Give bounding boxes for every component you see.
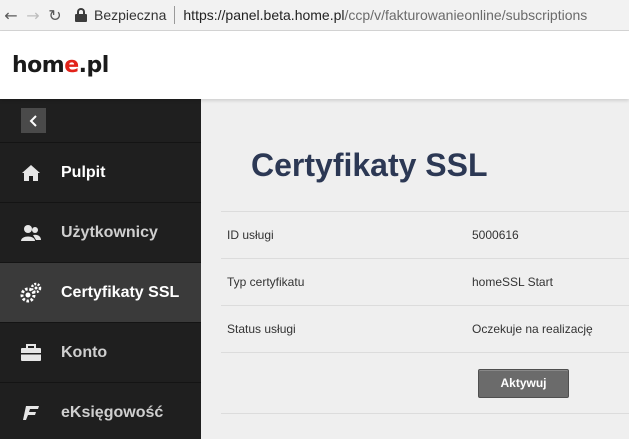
address-bar[interactable]: Bezpieczna https://panel.beta.home.pl/cc… <box>70 3 587 27</box>
logo-text-suffix: .pl <box>78 52 110 78</box>
users-icon <box>20 222 42 244</box>
sidebar-item-label: Pulpit <box>61 163 106 181</box>
detail-row: Status usługi Oczekuje na realizację <box>221 305 629 352</box>
sidebar-item-pulpit[interactable]: Pulpit <box>0 143 201 203</box>
main-content: Certyfikaty SSL ID usługi 5000616 Typ ce… <box>201 99 629 439</box>
home-icon <box>20 162 42 184</box>
detail-key: Status usługi <box>227 322 296 336</box>
browser-toolbar: ← → ↻ Bezpieczna https://panel.beta.home… <box>0 0 629 31</box>
sidebar-collapse-row <box>0 99 201 143</box>
reload-icon[interactable]: ↻ <box>44 4 66 26</box>
detail-value: 5000616 <box>472 228 519 242</box>
detail-value: homeSSL Start <box>472 275 553 289</box>
lock-icon <box>74 8 88 22</box>
sidebar-item-uzytkownicy[interactable]: Użytkownicy <box>0 203 201 263</box>
logo-text-accent: e <box>64 52 79 78</box>
sidebar-item-konto[interactable]: Konto <box>0 323 201 383</box>
back-arrow-icon[interactable]: ← <box>0 4 22 26</box>
sidebar: Pulpit Użytkownicy Certyfikaty SSL Konto… <box>0 99 201 439</box>
action-row: Aktywuj <box>221 352 629 414</box>
gears-icon <box>20 282 42 304</box>
sidebar-item-label: eKsięgowość <box>61 403 164 421</box>
detail-key: ID usługi <box>227 228 274 242</box>
detail-row: ID usługi 5000616 <box>221 211 629 258</box>
url-text[interactable]: https://panel.beta.home.pl/ccp/v/fakturo… <box>183 7 587 23</box>
page-title: Certyfikaty SSL <box>251 147 488 183</box>
sidebar-item-label: Użytkownicy <box>61 223 158 241</box>
chevron-left-icon <box>29 114 37 127</box>
sidebar-item-eksiegowosc[interactable]: eKsięgowość <box>0 383 201 439</box>
briefcase-icon <box>20 342 42 364</box>
detail-row: Typ certyfikatu homeSSL Start <box>221 258 629 305</box>
logo-text-prefix: hom <box>12 52 65 78</box>
collapse-sidebar-button[interactable] <box>21 108 46 133</box>
forward-arrow-icon[interactable]: → <box>22 4 44 26</box>
url-host: https://panel.beta.home.pl <box>183 7 345 23</box>
activate-button[interactable]: Aktywuj <box>478 368 569 398</box>
home-pl-logo[interactable]: home.pl <box>12 53 109 78</box>
service-details: ID usługi 5000616 Typ certyfikatu homeSS… <box>221 211 629 414</box>
sidebar-item-label: Certyfikaty SSL <box>61 283 180 301</box>
sidebar-item-label: Konto <box>61 343 108 361</box>
detail-key: Typ certyfikatu <box>227 275 305 289</box>
ebook-f-icon <box>20 402 42 424</box>
detail-value: Oczekuje na realizację <box>472 322 593 336</box>
site-header: home.pl <box>0 31 629 99</box>
url-divider <box>174 6 176 24</box>
sidebar-item-certyfikaty-ssl[interactable]: Certyfikaty SSL <box>0 263 201 323</box>
url-path: /ccp/v/fakturowanieonline/subscriptions <box>344 7 588 23</box>
secure-label: Bezpieczna <box>94 7 167 23</box>
